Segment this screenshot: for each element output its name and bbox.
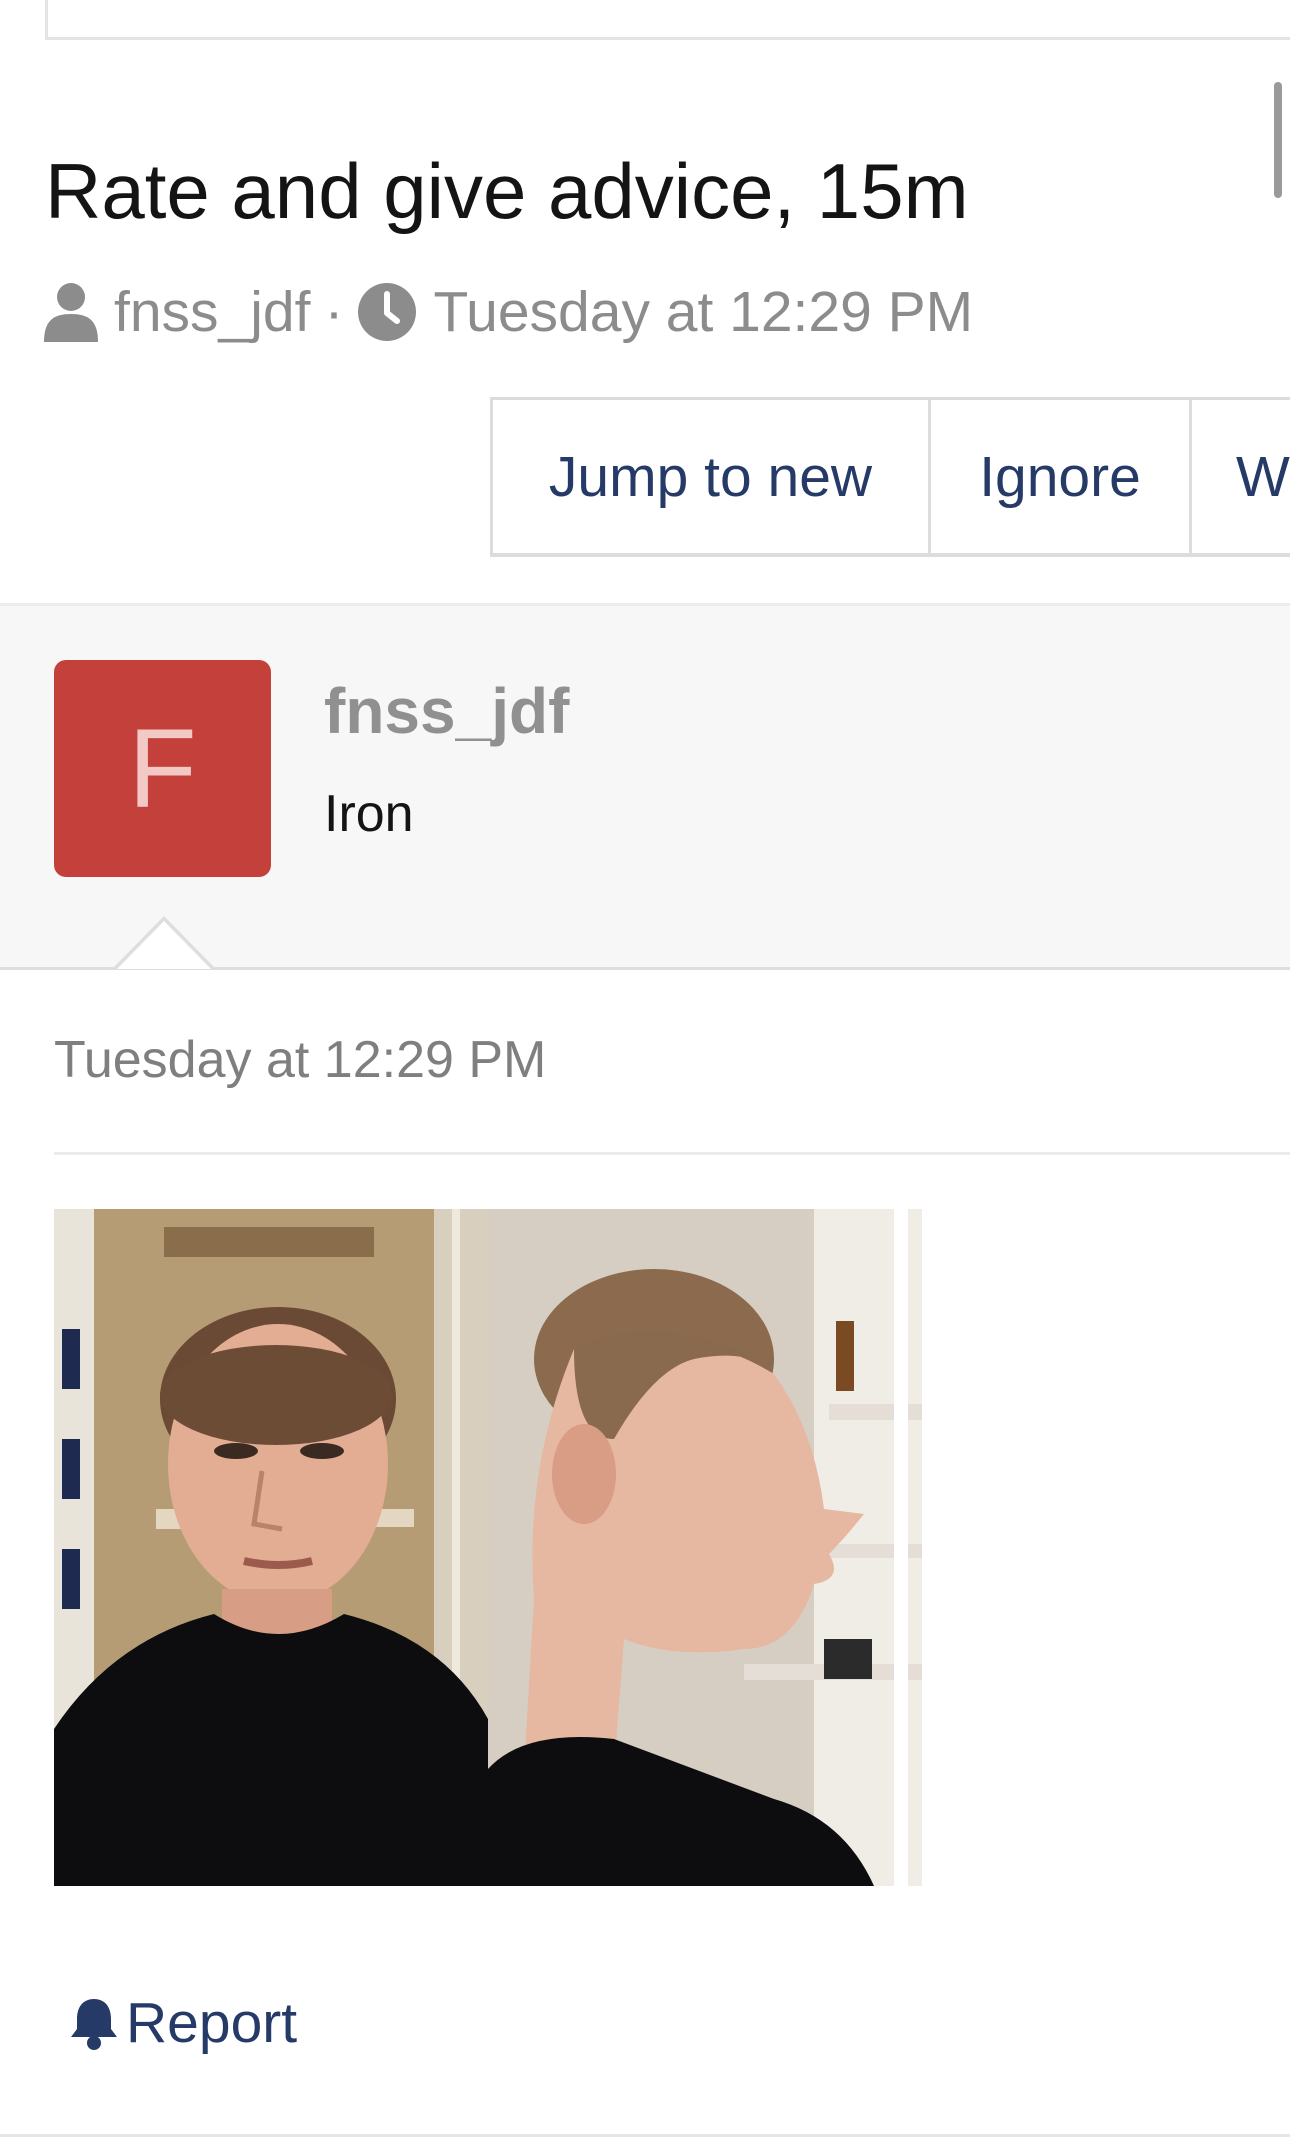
jump-to-new-button[interactable]: Jump to new — [493, 400, 931, 553]
ignore-button[interactable]: Ignore — [931, 400, 1192, 553]
selfie-photos — [54, 1209, 922, 1886]
post-divider — [54, 1152, 1290, 1155]
post-bottom-divider — [0, 2134, 1290, 2137]
post-date-link[interactable]: Tuesday at 12:29 PM — [54, 1030, 546, 1090]
scrollbar[interactable] — [1274, 82, 1282, 198]
bell-icon — [68, 1995, 120, 2051]
post-image[interactable] — [54, 1209, 922, 1886]
thread-page: Rate and give advice, 15m fnss_jdf · Tue… — [0, 0, 1290, 2150]
user-icon — [44, 282, 98, 342]
thread-author-link[interactable]: fnss_jdf — [114, 279, 310, 345]
thread-meta: fnss_jdf · Tuesday at 12:29 PM — [44, 276, 973, 348]
user-title: Iron — [324, 785, 414, 843]
report-link[interactable]: Report — [68, 1990, 297, 2056]
thread-actions: Jump to new Ignore Wa — [490, 397, 1290, 557]
report-label: Report — [126, 1991, 298, 2055]
thread-title: Rate and give advice, 15m — [45, 147, 969, 235]
thread-date-link[interactable]: Tuesday at 12:29 PM — [433, 279, 973, 345]
post-caret-fill — [117, 921, 211, 969]
watch-button[interactable]: Wa — [1192, 400, 1290, 553]
meta-separator: · — [324, 280, 344, 344]
avatar[interactable]: F — [54, 660, 271, 877]
clock-icon — [357, 282, 417, 342]
previous-content-box — [45, 0, 1290, 40]
post-username[interactable]: fnss_jdf — [324, 674, 569, 748]
